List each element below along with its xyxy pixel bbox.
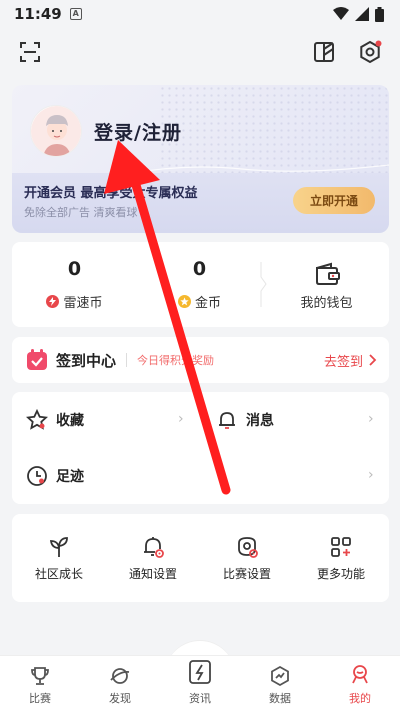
checkin-card[interactable]: 签到中心 今日得积分奖励 去签到	[12, 337, 389, 383]
top-bar	[0, 34, 400, 70]
planet-icon	[110, 668, 130, 684]
leisu-coin-label: 雷速币	[63, 296, 103, 311]
wifi-icon	[333, 7, 349, 20]
tools-card: 社区成长 通知设置 比赛设置 更多功能	[12, 514, 389, 602]
member-card: 登录/注册 开通会员 最高享受大专属权益 免除全部广告 清爽看球 立即开通	[12, 85, 389, 233]
my-wallet-label-row: 我的钱包	[300, 292, 352, 311]
match-settings-label: 比赛设置	[222, 566, 271, 581]
more-features-label: 更多功能	[316, 566, 365, 581]
footprints-item[interactable]: 足迹	[26, 448, 376, 504]
gold-coin-icon	[177, 295, 191, 308]
tab-data[interactable]: 数据	[240, 656, 320, 711]
leisu-coin-item[interactable]: 0 雷速币	[12, 242, 137, 327]
clock-icon	[27, 466, 47, 486]
footprints-label: 足迹	[56, 469, 84, 485]
favorites-item[interactable]: 收藏	[26, 392, 196, 448]
menu-card: 收藏 › 消息 › 足迹 ›	[12, 392, 389, 504]
signal-icon	[355, 7, 369, 21]
tab-matches[interactable]: 比赛	[0, 656, 80, 711]
scan-icon	[20, 42, 40, 62]
checkin-divider	[126, 353, 128, 367]
checkin-title: 签到中心	[56, 351, 117, 370]
gold-coin-value: 0	[192, 258, 207, 280]
community-growth-item[interactable]: 社区成长	[12, 514, 106, 602]
notification-settings-item[interactable]: 通知设置	[106, 514, 200, 602]
tab-bar: 比赛 发现 资讯 数据 我的	[0, 655, 400, 711]
messages-item[interactable]: 消息	[216, 392, 376, 448]
tab-news-label: 资讯	[189, 692, 211, 705]
news-icon	[189, 660, 211, 684]
avatar[interactable]	[30, 105, 82, 157]
trophy-icon	[31, 667, 49, 685]
tab-data-label: 数据	[269, 692, 291, 705]
more-features-item[interactable]: 更多功能	[294, 514, 388, 602]
bell-settings-icon	[144, 536, 164, 558]
wallet-card: 0 雷速币 0 金币 我的钱包	[12, 242, 389, 327]
open-membership-button[interactable]: 立即开通	[293, 187, 375, 214]
battery-icon	[375, 6, 384, 22]
theme-button[interactable]	[310, 38, 338, 66]
data-icon	[271, 665, 289, 687]
chevron-right-icon	[369, 354, 377, 366]
status-bar: 11:49 A	[0, 0, 400, 28]
bell-icon	[219, 412, 235, 429]
theme-icon	[314, 42, 334, 62]
community-growth-label: 社区成长	[34, 566, 83, 581]
star-icon	[26, 409, 48, 430]
favorites-label: 收藏	[56, 413, 84, 429]
tab-discover-label: 发现	[109, 692, 131, 705]
match-settings-item[interactable]: 比赛设置	[200, 514, 294, 602]
sprout-icon	[49, 536, 68, 557]
calendar-checkin-icon	[27, 349, 47, 370]
notification-badge-icon: A	[69, 8, 82, 20]
status-icons	[333, 6, 384, 22]
go-checkin-link[interactable]: 去签到	[324, 351, 377, 370]
wallet-icon-wrap	[314, 258, 340, 286]
scan-button[interactable]	[16, 38, 44, 66]
member-title: 开通会员 最高享受大专属权益	[24, 186, 198, 201]
leisu-coin-label-row: 雷速币	[46, 292, 103, 311]
my-wallet-label: 我的钱包	[300, 296, 353, 311]
more-grid-icon	[331, 536, 351, 557]
profile-icon	[352, 665, 368, 684]
tab-news[interactable]: 资讯	[160, 656, 240, 711]
tab-matches-label: 比赛	[29, 692, 51, 705]
gold-coin-label: 金币	[194, 296, 221, 311]
tab-discover[interactable]: 发现	[80, 656, 160, 711]
login-register-link[interactable]: 登录/注册	[94, 118, 182, 145]
wallet-icon	[315, 262, 340, 285]
checkin-hint: 今日得积分奖励	[137, 354, 215, 367]
go-checkin-label: 去签到	[323, 354, 363, 370]
member-subtitle: 免除全部广告 清爽看球	[24, 206, 138, 219]
leisu-coin-icon	[46, 295, 60, 308]
match-settings-icon	[238, 536, 258, 558]
messages-label: 消息	[246, 413, 274, 429]
gold-coin-label-row: 金币	[177, 292, 221, 311]
status-time: 11:49	[14, 5, 62, 23]
default-avatar-icon	[31, 106, 81, 156]
tab-profile-label: 我的	[349, 692, 371, 705]
settings-icon	[360, 40, 382, 64]
settings-button[interactable]	[356, 38, 384, 66]
notification-settings-label: 通知设置	[128, 566, 177, 581]
tab-profile[interactable]: 我的	[320, 656, 400, 711]
chevron-right-icon: ›	[368, 467, 374, 483]
chevron-right-icon: ›	[368, 411, 374, 427]
my-wallet-item[interactable]: 我的钱包	[264, 242, 389, 327]
chevron-right-icon: ›	[178, 411, 184, 427]
leisu-coin-value: 0	[67, 258, 82, 280]
gold-coin-item[interactable]: 0 金币	[137, 242, 262, 327]
